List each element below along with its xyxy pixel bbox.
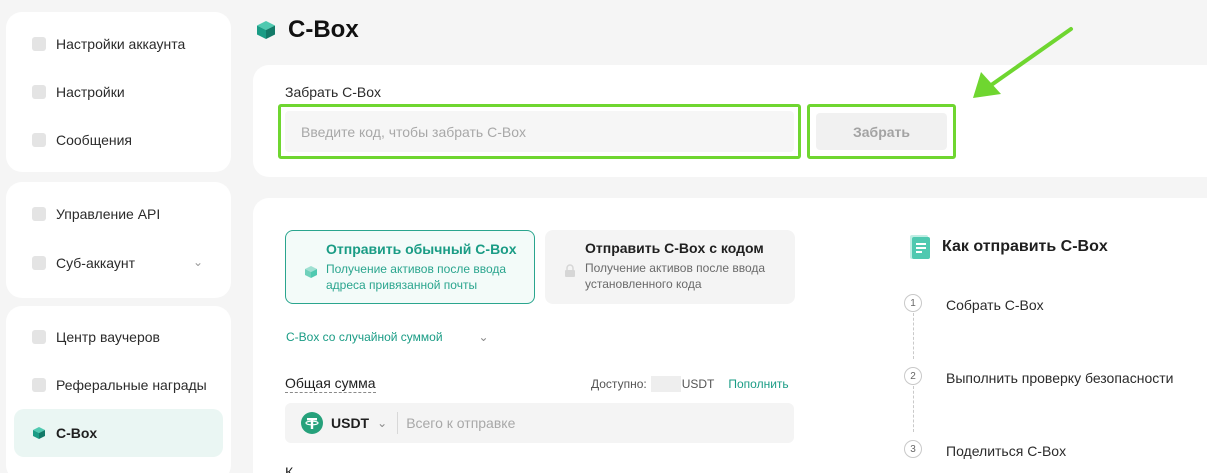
- step-number: 1: [904, 294, 922, 312]
- chevron-down-icon[interactable]: ⌄: [193, 255, 203, 269]
- topup-link[interactable]: Пополнить: [728, 377, 788, 391]
- howto-title: Как отправить C-Box: [908, 234, 1108, 260]
- option-desc: Получение активов после ввода адреса при…: [326, 262, 507, 292]
- sidebar-item-label: Сообщения: [56, 132, 132, 148]
- sidebar-item-messages[interactable]: Сообщения: [14, 116, 223, 164]
- annotation-arrow-icon: [973, 27, 1073, 98]
- redeem-button-highlight: Забрать: [807, 104, 956, 159]
- step-connector: [913, 386, 914, 432]
- cbox-type-select[interactable]: C-Box со случайной суммой ⌄: [286, 330, 489, 344]
- sidebar-item-voucher-center[interactable]: Центр ваучеров: [14, 313, 223, 361]
- sidebar-item-label: Настройки: [56, 84, 125, 100]
- option-desc: Получение активов после ввода установлен…: [585, 261, 766, 291]
- available-currency: USDT: [681, 377, 715, 391]
- sidebar-item-label: Центр ваучеров: [56, 329, 160, 345]
- referral-icon: [32, 378, 46, 392]
- page: Настройки аккаунта Настройки Сообщения У…: [0, 0, 1207, 473]
- currency-select[interactable]: USDT: [331, 415, 369, 431]
- message-icon: [32, 133, 46, 147]
- sidebar-item-label: Управление API: [56, 206, 161, 222]
- sidebar-item-label: C-Box: [56, 425, 98, 441]
- sidebar-item-referral[interactable]: Реферальные награды: [14, 361, 223, 409]
- chevron-down-icon: ⌄: [478, 330, 489, 344]
- sidebar-item-settings[interactable]: Настройки: [14, 68, 223, 116]
- voucher-icon: [32, 330, 46, 344]
- redeem-button[interactable]: Забрать: [816, 113, 947, 150]
- page-title: C-Box: [256, 14, 359, 46]
- option-title: Отправить C-Box с кодом: [585, 240, 764, 256]
- step-text: Собрать C-Box: [946, 297, 1044, 313]
- sidebar-item-cbox[interactable]: C-Box: [14, 409, 223, 457]
- sidebar-item-api[interactable]: Управление API: [14, 190, 223, 238]
- cbox-icon: [305, 266, 317, 278]
- settings-icon: [32, 85, 46, 99]
- send-card: Отправить обычный C-Box Получение активо…: [253, 198, 1207, 473]
- cbox-icon: [33, 427, 45, 439]
- step-number: 2: [904, 367, 922, 385]
- cbox-type-value: C-Box со случайной суммой: [286, 330, 443, 344]
- usdt-coin-icon: [301, 412, 323, 434]
- sidebar-group-account: Настройки аккаунта Настройки Сообщения: [6, 12, 231, 172]
- step-number: 3: [904, 440, 922, 458]
- redeem-code-input[interactable]: [285, 111, 794, 152]
- redeem-input-highlight: [278, 104, 801, 159]
- sidebar-item-label: Настройки аккаунта: [56, 36, 186, 52]
- user-icon: [32, 37, 46, 51]
- redeem-label: Забрать C-Box: [285, 84, 382, 100]
- amount-input[interactable]: [406, 415, 794, 431]
- option-send-with-code[interactable]: Отправить C-Box с кодом Получение активо…: [545, 230, 795, 304]
- step-text: Выполнить проверку безопасности: [946, 370, 1174, 386]
- howto-title-text: Как отправить C-Box: [942, 238, 1108, 255]
- option-title: Отправить обычный C-Box: [326, 241, 517, 257]
- step-text: Поделиться C-Box: [946, 443, 1067, 459]
- sub-account-icon: [32, 256, 46, 270]
- option-desc-wrap: Получение активов после ввода адреса при…: [300, 261, 520, 293]
- api-icon: [32, 207, 46, 221]
- quantity-label: К: [285, 464, 294, 473]
- sidebar-group-rewards: Центр ваучеров Реферальные награды C-Box: [6, 306, 231, 473]
- sidebar-item-sub-account[interactable]: Суб-аккаунт ⌄: [14, 239, 223, 287]
- amount-field: USDT ⌄: [285, 403, 794, 443]
- total-amount-label: Общая сумма: [285, 375, 376, 393]
- page-title-text: C-Box: [288, 16, 359, 43]
- sidebar-item-account-settings[interactable]: Настройки аккаунта: [14, 20, 223, 68]
- available-value-redacted: [650, 376, 681, 392]
- cbox-icon: [257, 21, 275, 39]
- sidebar-item-label: Реферальные награды: [56, 377, 207, 393]
- chevron-down-icon[interactable]: ⌄: [377, 416, 387, 430]
- option-desc-wrap: Получение активов после ввода установлен…: [559, 260, 781, 292]
- document-icon: [910, 235, 930, 259]
- sidebar-item-label: Суб-аккаунт: [56, 255, 136, 271]
- available-balance: Доступно: USDT Пополнить: [591, 376, 789, 392]
- divider: [397, 412, 399, 434]
- option-send-regular[interactable]: Отправить обычный C-Box Получение активо…: [285, 230, 535, 304]
- step-connector: [913, 313, 914, 359]
- sidebar-group-api: Управление API Суб-аккаунт ⌄: [6, 182, 231, 298]
- available-label: Доступно:: [591, 377, 647, 391]
- lock-icon: [565, 264, 575, 277]
